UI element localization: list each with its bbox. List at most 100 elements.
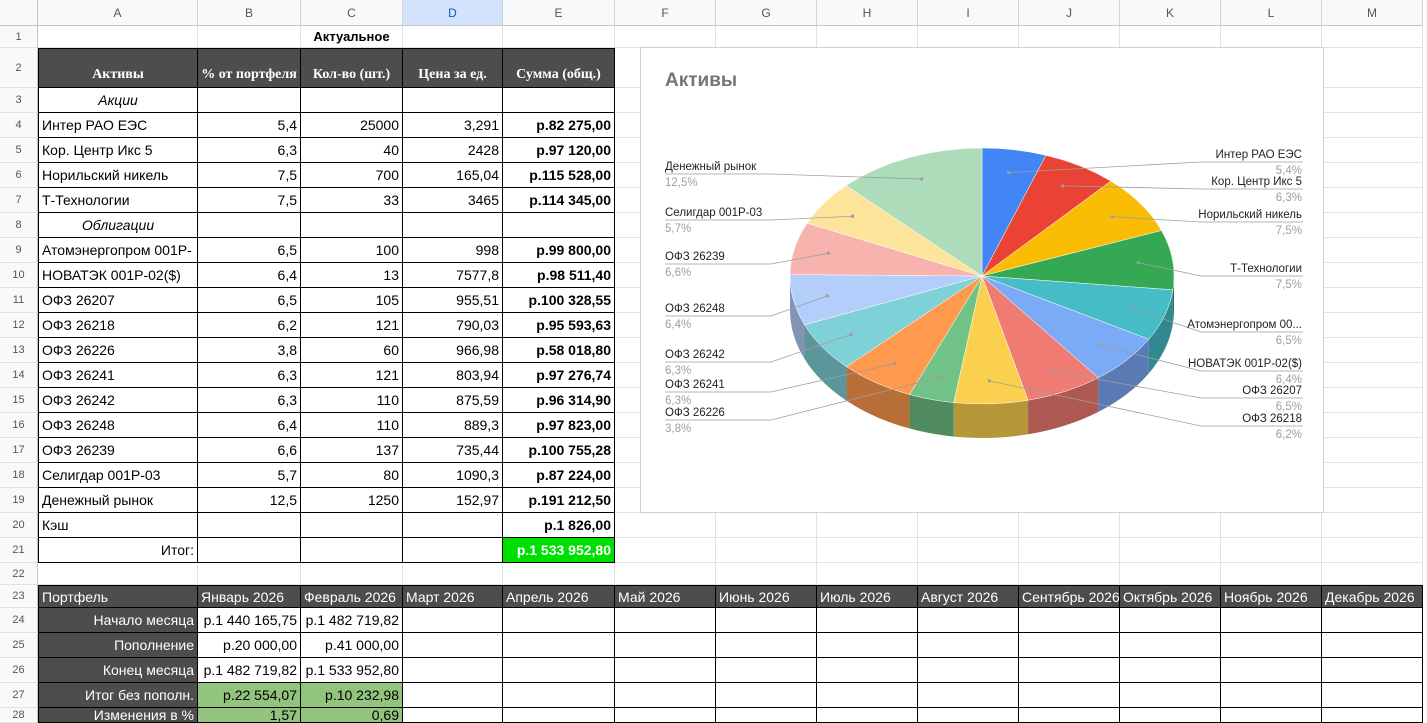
asset-sum[interactable]: р.58 018,80	[503, 338, 615, 363]
asset-name[interactable]: ОФЗ 26242	[38, 388, 198, 413]
grid-cell[interactable]	[716, 538, 817, 563]
column-header-m[interactable]: M	[1322, 0, 1423, 26]
grid-cell[interactable]	[1322, 563, 1423, 585]
month-header[interactable]: Ноябрь 2026	[1221, 585, 1322, 608]
portfolio-empty-cell[interactable]	[1221, 658, 1322, 683]
grid-cell[interactable]	[403, 26, 503, 48]
asset-sum[interactable]: р.97 120,00	[503, 138, 615, 163]
grid-cell[interactable]	[1322, 163, 1423, 188]
grid-cell[interactable]	[918, 563, 1019, 585]
asset-name[interactable]: Т-Технологии	[38, 188, 198, 213]
asset-qty[interactable]: 110	[301, 388, 403, 413]
asset-name[interactable]: ОФЗ 26226	[38, 338, 198, 363]
asset-name[interactable]: Атомэнергопром 001Р-	[38, 238, 198, 263]
asset-price[interactable]: 1090,3	[403, 463, 503, 488]
portfolio-empty-cell[interactable]	[1019, 683, 1120, 708]
grid-cell[interactable]	[1322, 138, 1423, 163]
portfolio-value-feb[interactable]: р.1 482 719,82	[301, 608, 403, 633]
grid-cell[interactable]	[38, 563, 198, 585]
asset-sum[interactable]: р.97 276,74	[503, 363, 615, 388]
asset-pct[interactable]: 6,4	[198, 263, 301, 288]
asset-name[interactable]: ОФЗ 26248	[38, 413, 198, 438]
table-cell[interactable]	[403, 213, 503, 238]
grid-cell[interactable]	[1322, 313, 1423, 338]
asset-qty[interactable]: 1250	[301, 488, 403, 513]
portfolio-empty-cell[interactable]	[1120, 658, 1221, 683]
portfolio-empty-cell[interactable]	[503, 608, 615, 633]
grid-cell[interactable]	[918, 513, 1019, 538]
portfolio-empty-cell[interactable]	[1120, 708, 1221, 723]
asset-qty[interactable]: 137	[301, 438, 403, 463]
row-header-24[interactable]: 24	[0, 608, 38, 633]
portfolio-empty-cell[interactable]	[817, 633, 918, 658]
row-header-11[interactable]: 11	[0, 288, 38, 313]
asset-price[interactable]: 735,44	[403, 438, 503, 463]
column-header-l[interactable]: L	[1221, 0, 1322, 26]
column-header-k[interactable]: K	[1120, 0, 1221, 26]
grid-cell[interactable]	[1322, 288, 1423, 313]
grid-cell[interactable]	[1322, 463, 1423, 488]
table-cell[interactable]	[301, 88, 403, 113]
portfolio-header[interactable]: Портфель	[38, 585, 198, 608]
portfolio-empty-cell[interactable]	[1221, 683, 1322, 708]
asset-qty[interactable]: 13	[301, 263, 403, 288]
asset-pct[interactable]: 6,3	[198, 363, 301, 388]
grid-cell[interactable]	[817, 513, 918, 538]
month-header[interactable]: Декабрь 2026	[1322, 585, 1423, 608]
table-header-cell[interactable]: Цена за ед.	[403, 48, 503, 88]
month-header[interactable]: Сентябрь 2026	[1019, 585, 1120, 608]
row-header-5[interactable]: 5	[0, 138, 38, 163]
portfolio-empty-cell[interactable]	[503, 633, 615, 658]
asset-name[interactable]: Селигдар 001Р-03	[38, 463, 198, 488]
asset-price[interactable]: 2428	[403, 138, 503, 163]
row-header-26[interactable]: 26	[0, 658, 38, 683]
asset-pct[interactable]: 6,5	[198, 238, 301, 263]
asset-price[interactable]: 875,59	[403, 388, 503, 413]
table-cell[interactable]	[403, 538, 503, 563]
asset-price[interactable]: 3,291	[403, 113, 503, 138]
row-header-15[interactable]: 15	[0, 388, 38, 413]
row-header-9[interactable]: 9	[0, 238, 38, 263]
portfolio-empty-cell[interactable]	[1322, 633, 1423, 658]
table-cell[interactable]	[503, 88, 615, 113]
column-header-h[interactable]: H	[817, 0, 918, 26]
row-header-28[interactable]: 28	[0, 708, 38, 723]
asset-pct[interactable]: 6,6	[198, 438, 301, 463]
grid-cell[interactable]	[1120, 26, 1221, 48]
grid-cell[interactable]	[716, 513, 817, 538]
total-sum[interactable]: р.1 533 952,80	[503, 538, 615, 563]
table-header-cell[interactable]: Активы	[38, 48, 198, 88]
portfolio-empty-cell[interactable]	[1322, 708, 1423, 723]
asset-name[interactable]: ОФЗ 26239	[38, 438, 198, 463]
grid-cell[interactable]	[1019, 563, 1120, 585]
asset-sum[interactable]: р.115 528,00	[503, 163, 615, 188]
asset-name[interactable]: Норильский никель	[38, 163, 198, 188]
asset-pct[interactable]: 6,2	[198, 313, 301, 338]
grid-cell[interactable]	[1019, 26, 1120, 48]
asset-sum[interactable]: р.114 345,00	[503, 188, 615, 213]
grid-cell[interactable]	[198, 26, 301, 48]
row-header-22[interactable]: 22	[0, 563, 38, 585]
row-header-4[interactable]: 4	[0, 113, 38, 138]
select-all-corner[interactable]	[0, 0, 38, 26]
table-cell[interactable]	[301, 213, 403, 238]
column-header-f[interactable]: F	[615, 0, 716, 26]
asset-pct[interactable]: 6,5	[198, 288, 301, 313]
grid-cell[interactable]	[817, 26, 918, 48]
portfolio-empty-cell[interactable]	[1221, 608, 1322, 633]
portfolio-empty-cell[interactable]	[403, 683, 503, 708]
total-label[interactable]: Итог:	[38, 538, 198, 563]
portfolio-value-jan[interactable]: р.1 482 719,82	[198, 658, 301, 683]
row-header-7[interactable]: 7	[0, 188, 38, 213]
asset-qty[interactable]: 33	[301, 188, 403, 213]
portfolio-empty-cell[interactable]	[716, 683, 817, 708]
asset-price[interactable]: 955,51	[403, 288, 503, 313]
grid-cell[interactable]	[918, 538, 1019, 563]
column-header-d[interactable]: D	[403, 0, 503, 26]
asset-price[interactable]: 790,03	[403, 313, 503, 338]
grid-cell[interactable]	[1322, 213, 1423, 238]
grid-cell[interactable]	[1322, 538, 1423, 563]
portfolio-empty-cell[interactable]	[1019, 608, 1120, 633]
asset-name[interactable]: Денежный рынок	[38, 488, 198, 513]
grid-cell[interactable]	[1221, 513, 1322, 538]
